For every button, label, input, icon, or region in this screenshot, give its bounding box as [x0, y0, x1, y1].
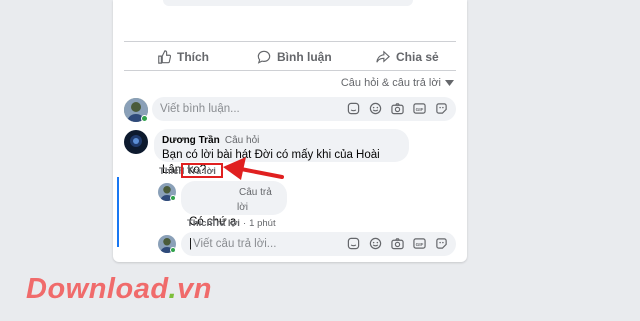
- comment-input-placeholder: Viết bình luận...: [160, 103, 240, 115]
- answer-bubble: Câu trả lời Có chứ ạ: [181, 181, 287, 228]
- reply-emoji-icon[interactable]: [369, 237, 382, 250]
- comment-button[interactable]: Bình luận: [257, 47, 332, 67]
- sort-label: Câu hỏi & câu trả lời: [340, 77, 441, 89]
- answer-reply-link[interactable]: Trả lời: [211, 218, 240, 229]
- post-preview-edge: [163, 0, 413, 6]
- reply-sticker-icon[interactable]: [347, 237, 360, 250]
- like-button[interactable]: Thích: [157, 47, 209, 67]
- reply-sticker-face-icon[interactable]: [435, 237, 448, 250]
- answer-time: 1 phút: [249, 218, 276, 229]
- reply-input-placeholder: Viết câu trả lời...: [193, 238, 277, 250]
- like-label: Thích: [177, 50, 209, 64]
- thumbs-up-icon: [158, 50, 171, 64]
- svg-text:GIF: GIF: [416, 242, 424, 247]
- thread-line: [117, 177, 119, 247]
- question-tag: Câu hỏi: [224, 135, 260, 146]
- reply-gif-icon[interactable]: GIF: [413, 237, 426, 250]
- reply-input-tools: GIF: [347, 237, 448, 250]
- download-vn-watermark: Download.vn: [26, 273, 212, 306]
- svg-text:GIF: GIF: [416, 107, 424, 112]
- comment-input-tools: GIF: [347, 102, 448, 115]
- watermark-tld: vn: [177, 273, 212, 305]
- sticker-face-icon[interactable]: [435, 102, 448, 115]
- answer-like-link[interactable]: Thích: [187, 218, 212, 229]
- divider-bottom: [124, 70, 456, 71]
- question-author[interactable]: Dương Trần: [162, 135, 220, 146]
- share-label: Chia sẻ: [396, 50, 439, 64]
- sort-dropdown[interactable]: Câu hỏi & câu trả lời: [341, 77, 454, 89]
- reply-composer-online-dot: [170, 247, 176, 253]
- answer-tag: Câu trả lời: [237, 187, 272, 213]
- share-icon: [376, 50, 390, 63]
- divider-top: [124, 41, 456, 42]
- watermark-main: Download: [26, 273, 169, 305]
- commenter-avatar[interactable]: [124, 130, 148, 154]
- caret-down-icon: [445, 80, 454, 86]
- reply-camera-icon[interactable]: [391, 237, 404, 250]
- watermark-dot: .: [168, 273, 178, 305]
- replier-online-dot: [170, 195, 176, 201]
- comment-label: Bình luận: [277, 50, 332, 64]
- reply-input[interactable]: | Viết câu trả lời... GIF: [181, 232, 456, 256]
- online-status-dot: [141, 115, 148, 122]
- comment-icon: [257, 50, 271, 64]
- sticker-icon[interactable]: [347, 102, 360, 115]
- camera-icon[interactable]: [391, 102, 404, 115]
- emoji-icon[interactable]: [369, 102, 382, 115]
- share-button[interactable]: Chia sẻ: [376, 47, 439, 67]
- reply-highlight-box: [181, 163, 223, 178]
- gif-icon[interactable]: GIF: [413, 102, 426, 115]
- comment-input[interactable]: Viết bình luận... GIF: [152, 97, 456, 121]
